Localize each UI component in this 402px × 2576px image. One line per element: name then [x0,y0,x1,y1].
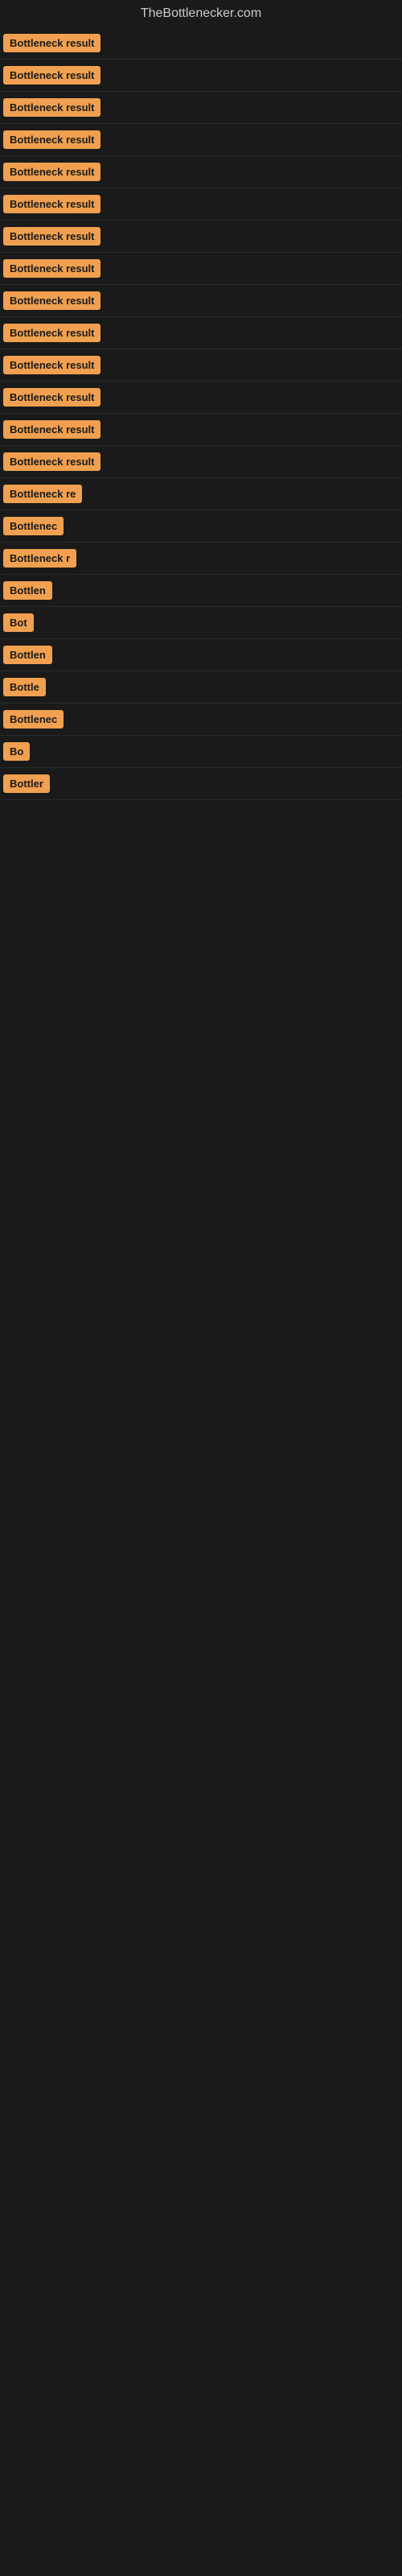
list-item[interactable]: Bottleneck result [0,92,402,124]
site-header: TheBottlenecker.com [0,0,402,27]
bottleneck-badge: Bottlenec [3,517,64,535]
list-item[interactable]: Bottleneck result [0,60,402,92]
bottleneck-badge: Bottleneck re [3,485,82,503]
bottleneck-badge: Bottlenec [3,710,64,729]
bottleneck-badge: Bottleneck result [3,452,100,471]
list-item[interactable]: Bottleneck r [0,543,402,575]
list-item[interactable]: Bo [0,736,402,768]
bottleneck-badge: Bottleneck result [3,388,100,407]
list-item[interactable]: Bottleneck result [0,382,402,414]
list-item[interactable]: Bottlen [0,639,402,671]
list-item[interactable]: Bottlenec [0,510,402,543]
list-item[interactable]: Bottleneck result [0,221,402,253]
bottleneck-badge: Bottlen [3,646,52,664]
list-item[interactable]: Bottleneck result [0,253,402,285]
list-item[interactable]: Bottleneck result [0,124,402,156]
bottleneck-badge: Bottler [3,774,50,793]
bottleneck-badge: Bottleneck result [3,98,100,117]
list-item[interactable]: Bottlenec [0,704,402,736]
bottleneck-badge: Bottleneck result [3,324,100,342]
bottleneck-badge: Bottlen [3,581,52,600]
list-item[interactable]: Bot [0,607,402,639]
list-item[interactable]: Bottleneck re [0,478,402,510]
list-item[interactable]: Bottleneck result [0,349,402,382]
bottleneck-badge: Bottleneck result [3,195,100,213]
list-item[interactable]: Bottlen [0,575,402,607]
bottleneck-badge: Bottle [3,678,46,696]
list-item[interactable]: Bottleneck result [0,188,402,221]
bottleneck-badge: Bottleneck r [3,549,76,568]
bottleneck-badge: Bottleneck result [3,66,100,85]
site-title: TheBottlenecker.com [0,0,402,27]
bottleneck-list: Bottleneck result Bottleneck result Bottle… [0,27,402,800]
bottleneck-badge: Bottleneck result [3,259,100,278]
list-item[interactable]: Bottleneck result [0,27,402,60]
bottleneck-badge: Bot [3,613,34,632]
bottleneck-badge: Bottleneck result [3,291,100,310]
bottleneck-badge: Bo [3,742,30,761]
list-item[interactable]: Bottler [0,768,402,800]
bottleneck-badge: Bottleneck result [3,356,100,374]
list-item[interactable]: Bottleneck result [0,285,402,317]
list-item[interactable]: Bottleneck result [0,317,402,349]
bottleneck-badge: Bottleneck result [3,34,100,52]
list-item[interactable]: Bottle [0,671,402,704]
list-item[interactable]: Bottleneck result [0,156,402,188]
list-item[interactable]: Bottleneck result [0,414,402,446]
bottleneck-badge: Bottleneck result [3,420,100,439]
bottleneck-badge: Bottleneck result [3,163,100,181]
bottleneck-badge: Bottleneck result [3,227,100,246]
bottleneck-badge: Bottleneck result [3,130,100,149]
list-item[interactable]: Bottleneck result [0,446,402,478]
